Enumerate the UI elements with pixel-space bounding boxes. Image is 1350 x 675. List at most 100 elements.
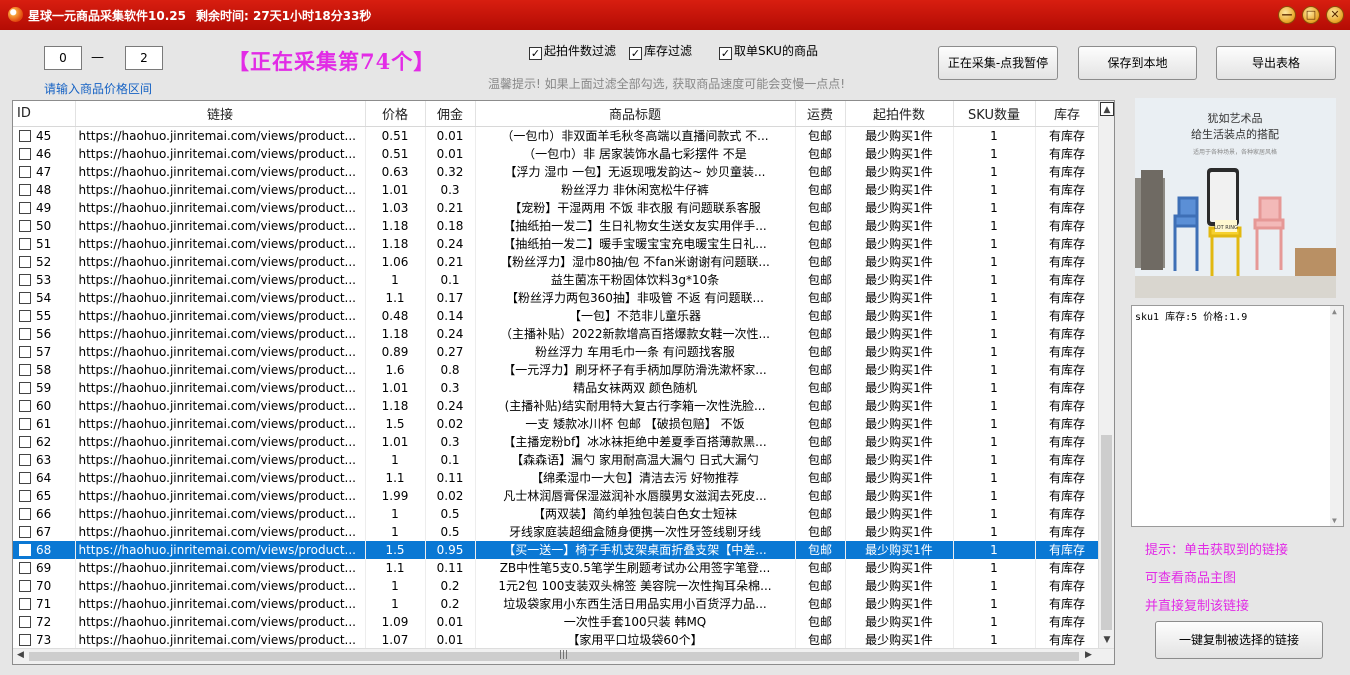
scroll-up-icon[interactable]: ▲ xyxy=(1332,307,1337,316)
row-checkbox[interactable] xyxy=(19,345,31,358)
cell-min-qty[interactable]: 最少购买1件 xyxy=(845,306,954,325)
cell-price[interactable]: 0.51 xyxy=(365,144,426,163)
cell-commission[interactable]: 0.27 xyxy=(425,342,476,361)
cell-sku-count[interactable]: 1 xyxy=(953,180,1036,199)
cell-link[interactable]: https://haohuo.jinritemai.com/views/prod… xyxy=(75,270,366,289)
col-title[interactable]: 商品标题 xyxy=(475,101,796,127)
vertical-scroll-thumb[interactable] xyxy=(1101,435,1112,630)
cell-stock[interactable]: 有库存 xyxy=(1035,162,1100,181)
cell-price[interactable]: 0.51 xyxy=(365,126,426,145)
cell-stock[interactable]: 有库存 xyxy=(1035,288,1100,307)
cell-shipping[interactable]: 包邮 xyxy=(795,216,846,235)
row-checkbox[interactable] xyxy=(19,399,31,412)
cell-id[interactable]: 64 xyxy=(13,468,76,487)
cell-min-qty[interactable]: 最少购买1件 xyxy=(845,144,954,163)
cell-min-qty[interactable]: 最少购买1件 xyxy=(845,342,954,361)
cell-title[interactable]: 【家用平口垃圾袋60个】 xyxy=(475,630,796,649)
cell-id[interactable]: 71 xyxy=(13,594,76,613)
cell-commission[interactable]: 0.32 xyxy=(425,162,476,181)
cell-link[interactable]: https://haohuo.jinritemai.com/views/prod… xyxy=(75,630,366,649)
table-row[interactable]: 58 https://haohuo.jinritemai.com/views/pr… xyxy=(13,360,1100,379)
cell-shipping[interactable]: 包邮 xyxy=(795,234,846,253)
row-checkbox[interactable] xyxy=(19,129,31,142)
cell-stock[interactable]: 有库存 xyxy=(1035,630,1100,649)
cell-sku-count[interactable]: 1 xyxy=(953,486,1036,505)
cell-price[interactable]: 1 xyxy=(365,504,426,523)
cell-sku-count[interactable]: 1 xyxy=(953,306,1036,325)
cell-id[interactable]: 55 xyxy=(13,306,76,325)
cell-min-qty[interactable]: 最少购买1件 xyxy=(845,378,954,397)
maximize-icon[interactable]: □ xyxy=(1302,6,1320,24)
table-row[interactable]: 55 https://haohuo.jinritemai.com/views/pr… xyxy=(13,306,1100,325)
cell-stock[interactable]: 有库存 xyxy=(1035,378,1100,397)
cell-stock[interactable]: 有库存 xyxy=(1035,450,1100,469)
col-min-qty[interactable]: 起拍件数 xyxy=(845,101,954,127)
cell-sku-count[interactable]: 1 xyxy=(953,252,1036,271)
table-row[interactable]: 69 https://haohuo.jinritemai.com/views/pr… xyxy=(13,558,1100,577)
cell-stock[interactable]: 有库存 xyxy=(1035,144,1100,163)
cell-sku-count[interactable]: 1 xyxy=(953,144,1036,163)
cell-title[interactable]: 【粉丝浮力】湿巾80抽/包 不fan米谢谢有问题联... xyxy=(475,252,796,271)
cell-link[interactable]: https://haohuo.jinritemai.com/views/prod… xyxy=(75,612,366,631)
cell-id[interactable]: 54 xyxy=(13,288,76,307)
table-row[interactable]: 61 https://haohuo.jinritemai.com/views/pr… xyxy=(13,414,1100,433)
row-checkbox[interactable] xyxy=(19,471,31,484)
cell-title[interactable]: 【一元浮力】刷牙杯子有手柄加厚防滑洗漱杯家... xyxy=(475,360,796,379)
cell-sku-count[interactable]: 1 xyxy=(953,360,1036,379)
cell-price[interactable]: 1.18 xyxy=(365,234,426,253)
table-row[interactable]: 60 https://haohuo.jinritemai.com/views/pr… xyxy=(13,396,1100,415)
cell-stock[interactable]: 有库存 xyxy=(1035,306,1100,325)
cell-title[interactable]: 【买一送一】椅子手机支架桌面折叠支架【中差... xyxy=(475,540,796,559)
cell-id[interactable]: 49 xyxy=(13,198,76,217)
cell-shipping[interactable]: 包邮 xyxy=(795,378,846,397)
cell-id[interactable]: 53 xyxy=(13,270,76,289)
cell-id[interactable]: 70 xyxy=(13,576,76,595)
cell-id[interactable]: 56 xyxy=(13,324,76,343)
cell-stock[interactable]: 有库存 xyxy=(1035,324,1100,343)
cell-id[interactable]: 57 xyxy=(13,342,76,361)
copy-selected-links-button[interactable]: 一键复制被选择的链接 xyxy=(1155,621,1323,659)
table-row[interactable]: 68 https://haohuo.jinritemai.com/views/pr… xyxy=(13,540,1100,559)
cell-shipping[interactable]: 包邮 xyxy=(795,324,846,343)
cell-sku-count[interactable]: 1 xyxy=(953,468,1036,487)
cell-price[interactable]: 1.1 xyxy=(365,558,426,577)
row-checkbox[interactable] xyxy=(19,417,31,430)
cell-shipping[interactable]: 包邮 xyxy=(795,360,846,379)
cell-shipping[interactable]: 包邮 xyxy=(795,126,846,145)
cell-commission[interactable]: 0.3 xyxy=(425,432,476,451)
cell-link[interactable]: https://haohuo.jinritemai.com/views/prod… xyxy=(75,576,366,595)
row-checkbox[interactable] xyxy=(19,219,31,232)
cell-shipping[interactable]: 包邮 xyxy=(795,504,846,523)
cell-link[interactable]: https://haohuo.jinritemai.com/views/prod… xyxy=(75,162,366,181)
cell-price[interactable]: 1.06 xyxy=(365,252,426,271)
row-checkbox[interactable] xyxy=(19,381,31,394)
cell-link[interactable]: https://haohuo.jinritemai.com/views/prod… xyxy=(75,342,366,361)
cell-stock[interactable]: 有库存 xyxy=(1035,180,1100,199)
cell-sku-count[interactable]: 1 xyxy=(953,198,1036,217)
cell-title[interactable]: 粉丝浮力 车用毛巾一条 有问题找客服 xyxy=(475,342,796,361)
cell-title[interactable]: 粉丝浮力 非休闲宽松牛仔裤 xyxy=(475,180,796,199)
row-checkbox[interactable] xyxy=(19,435,31,448)
cell-shipping[interactable]: 包邮 xyxy=(795,630,846,649)
cell-shipping[interactable]: 包邮 xyxy=(795,198,846,217)
cell-title[interactable]: ZB中性笔5支0.5笔学生刷题考试办公用签字笔登... xyxy=(475,558,796,577)
cell-link[interactable]: https://haohuo.jinritemai.com/views/prod… xyxy=(75,414,366,433)
cell-shipping[interactable]: 包邮 xyxy=(795,558,846,577)
cell-min-qty[interactable]: 最少购买1件 xyxy=(845,522,954,541)
cell-shipping[interactable]: 包邮 xyxy=(795,306,846,325)
cell-link[interactable]: https://haohuo.jinritemai.com/views/prod… xyxy=(75,180,366,199)
cell-sku-count[interactable]: 1 xyxy=(953,378,1036,397)
cell-commission[interactable]: 0.1 xyxy=(425,270,476,289)
cell-sku-count[interactable]: 1 xyxy=(953,612,1036,631)
price-max-input[interactable]: 2 xyxy=(125,46,163,70)
cell-shipping[interactable]: 包邮 xyxy=(795,180,846,199)
pause-button[interactable]: 正在采集-点我暂停 xyxy=(938,46,1058,80)
cell-link[interactable]: https://haohuo.jinritemai.com/views/prod… xyxy=(75,504,366,523)
row-checkbox[interactable] xyxy=(19,363,31,376)
cell-price[interactable]: 1.07 xyxy=(365,630,426,649)
cell-sku-count[interactable]: 1 xyxy=(953,414,1036,433)
cell-min-qty[interactable]: 最少购买1件 xyxy=(845,450,954,469)
table-row[interactable]: 48 https://haohuo.jinritemai.com/views/pr… xyxy=(13,180,1100,199)
table-row[interactable]: 51 https://haohuo.jinritemai.com/views/pr… xyxy=(13,234,1100,253)
cell-shipping[interactable]: 包邮 xyxy=(795,144,846,163)
